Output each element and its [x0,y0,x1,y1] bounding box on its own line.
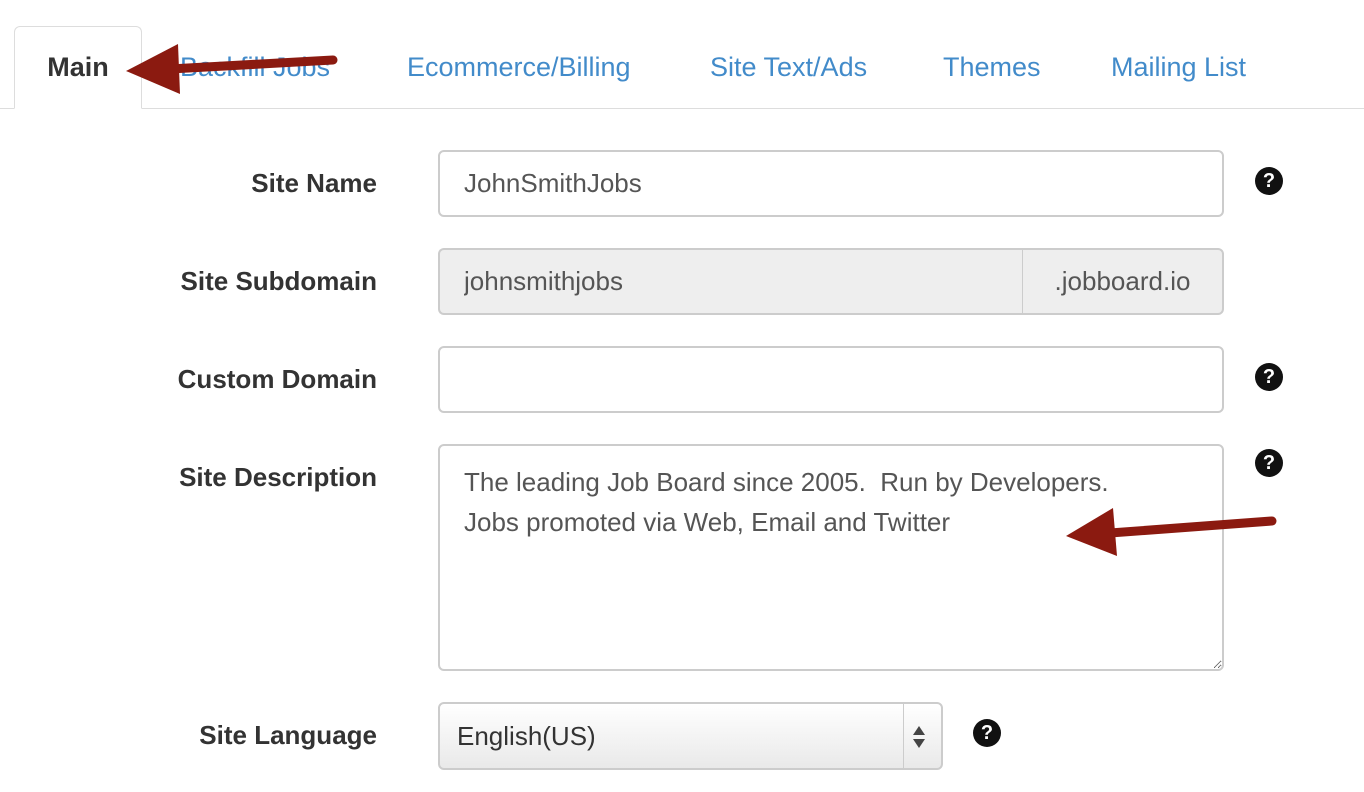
site-description-textarea[interactable]: The leading Job Board since 2005. Run by… [438,444,1224,671]
site-language-label: Site Language [199,720,377,750]
site-subdomain-label: Site Subdomain [180,266,377,296]
tab-mailing-list[interactable]: Mailing List [1111,47,1246,87]
site-name-input[interactable] [438,150,1224,217]
site-language-select[interactable]: English(US) [438,702,943,770]
site-language-help-icon[interactable]: ? [973,719,1001,747]
custom-domain-input[interactable] [438,346,1224,413]
tab-bar: Main Backfill Jobs Ecommerce/Billing Sit… [0,0,1364,109]
tab-bar-divider [0,108,1364,109]
tab-backfill-jobs[interactable]: Backfill Jobs [180,47,330,87]
site-description-help-icon[interactable]: ? [1255,449,1283,477]
tab-main[interactable]: Main [14,26,142,109]
site-description-label: Site Description [179,462,377,492]
tab-ecommerce-billing[interactable]: Ecommerce/Billing [407,47,631,87]
site-language-selected-value: English(US) [457,721,596,751]
select-divider [903,704,904,768]
site-name-label: Site Name [251,168,377,198]
tab-site-text-ads[interactable]: Site Text/Ads [710,47,867,87]
tab-themes[interactable]: Themes [943,47,1041,87]
custom-domain-help-icon[interactable]: ? [1255,363,1283,391]
up-down-caret-icon [913,726,925,748]
subdomain-suffix-addon: .jobboard.io [1022,248,1224,315]
site-subdomain-input [438,248,1024,315]
custom-domain-label: Custom Domain [177,364,377,394]
site-name-help-icon[interactable]: ? [1255,167,1283,195]
